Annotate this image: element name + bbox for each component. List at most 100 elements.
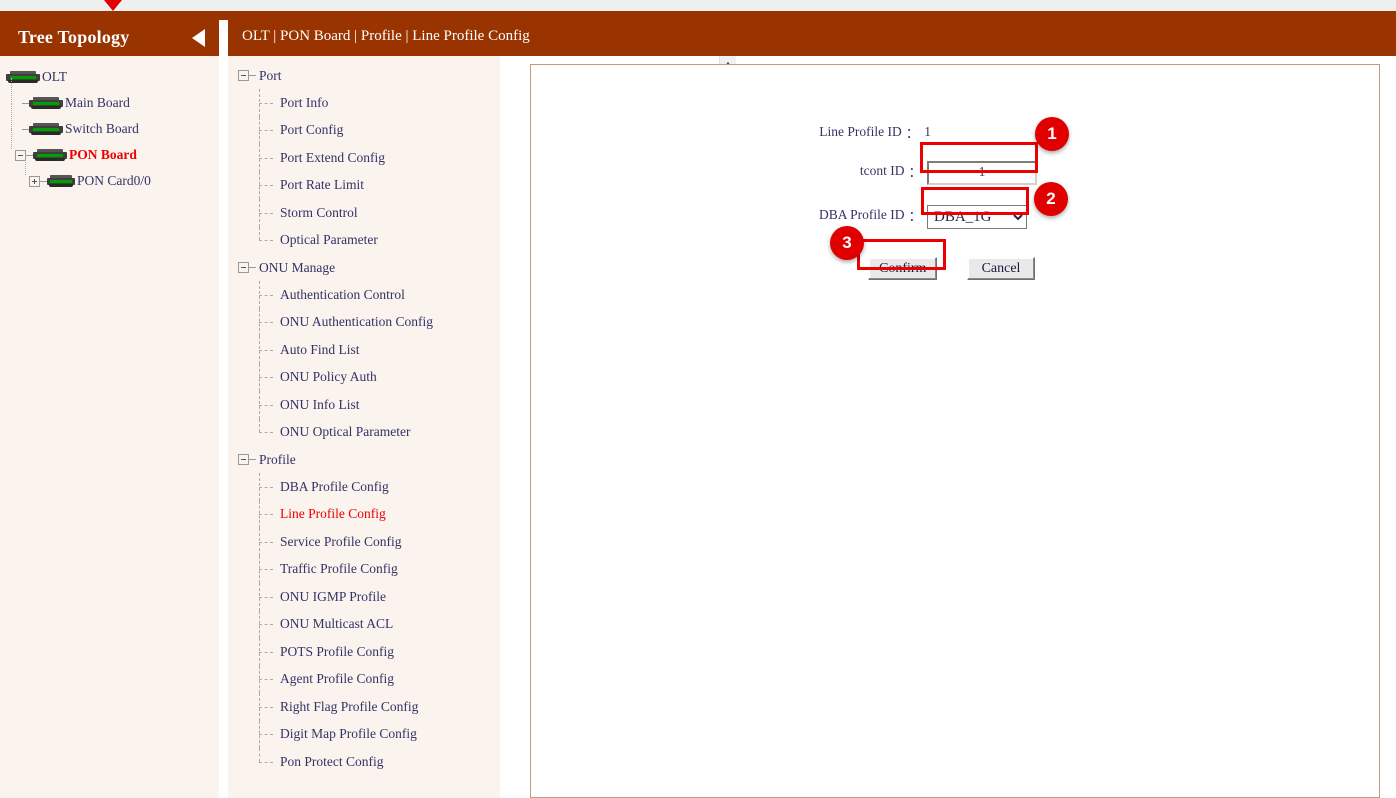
sidebar-header: Tree Topology — [0, 20, 219, 56]
label-colon: ： — [906, 122, 920, 142]
menu-item-onu-info-list[interactable]: ONU Info List — [228, 391, 500, 419]
menu-item-onu-igmp-profile[interactable]: ONU IGMP Profile — [228, 583, 500, 611]
tree-branch-line — [259, 679, 273, 680]
tree-node-pon-board[interactable]: PON Board — [0, 142, 219, 168]
tree-node-olt[interactable]: OLT — [0, 64, 219, 90]
tree-node-label: PON Card0/0 — [77, 173, 151, 189]
line-profile-config-form: Line Profile ID ： 1 tcont ID ： DBA Profi… — [531, 65, 1380, 265]
tree-branch-line — [259, 350, 273, 351]
cancel-button[interactable]: Cancel — [967, 257, 1035, 280]
tree-branch-line — [259, 652, 273, 653]
menu-item-optical-parameter[interactable]: Optical Parameter — [228, 227, 500, 255]
line-profile-id-value: 1 — [924, 124, 931, 140]
menu-item-label: ONU Multicast ACL — [280, 616, 393, 632]
tree-branch-line — [259, 213, 273, 214]
device-icon — [29, 123, 63, 136]
tree-branch-line — [259, 103, 273, 104]
menu-item-label: POTS Profile Config — [280, 644, 394, 660]
tree-connector — [249, 75, 256, 76]
menu-item-onu-optical-parameter[interactable]: ONU Optical Parameter — [228, 419, 500, 447]
minus-box-icon[interactable] — [238, 70, 249, 81]
olt-management-page: Tree Topology OLT Main Board — [0, 0, 1396, 798]
line-profile-id-label: Line Profile ID — [819, 124, 901, 140]
collapse-left-arrow-icon[interactable] — [192, 29, 205, 47]
label-colon: ： — [909, 205, 923, 225]
sidebar-title: Tree Topology — [18, 27, 129, 48]
tree-branch-line — [259, 487, 273, 488]
plus-box-icon[interactable] — [29, 176, 40, 187]
menu-item-onu-authentication-config[interactable]: ONU Authentication Config — [228, 309, 500, 337]
menu-item-onu-policy-auth[interactable]: ONU Policy Auth — [228, 364, 500, 392]
tree-branch-line — [259, 377, 273, 378]
menu-item-port-extend-config[interactable]: Port Extend Config — [228, 144, 500, 172]
menu-item-label: ONU Policy Auth — [280, 369, 377, 385]
tree-branch-line — [259, 130, 273, 131]
line-profile-id-row: Line Profile ID ： 1 — [531, 122, 931, 142]
menu-item-label: Line Profile Config — [280, 506, 386, 522]
device-icon — [33, 149, 67, 162]
menu-item-label: Pon Protect Config — [280, 754, 384, 770]
menu-item-storm-control[interactable]: Storm Control — [228, 199, 500, 227]
tcont-id-row: tcont ID ： — [531, 161, 927, 181]
tree-branch-line — [259, 405, 273, 406]
tree-vertical-line — [259, 419, 260, 433]
tree-node-label: Switch Board — [65, 121, 139, 137]
red-triangle-marker-icon — [104, 0, 122, 11]
menu-group-label: Port — [259, 68, 282, 84]
menu-item-dba-profile-config[interactable]: DBA Profile Config — [228, 473, 500, 501]
tree-node-main-board[interactable]: Main Board — [0, 90, 219, 116]
menu-item-auto-find-list[interactable]: Auto Find List — [228, 336, 500, 364]
tree-branch-line — [259, 158, 273, 159]
menu-item-digit-map-profile-config[interactable]: Digit Map Profile Config — [228, 721, 500, 749]
label-colon: ： — [909, 161, 923, 181]
menu-group-port[interactable]: Port — [228, 62, 500, 89]
menu-item-onu-multicast-acl[interactable]: ONU Multicast ACL — [228, 611, 500, 639]
tree-branch-line — [259, 542, 273, 543]
menu-group-label: ONU Manage — [259, 260, 335, 276]
menu-item-service-profile-config[interactable]: Service Profile Config — [228, 528, 500, 556]
menu-item-label: Digit Map Profile Config — [280, 726, 417, 742]
menu-item-label: ONU Authentication Config — [280, 314, 433, 330]
menu-item-label: ONU Info List — [280, 397, 360, 413]
menu-item-port-rate-limit[interactable]: Port Rate Limit — [228, 172, 500, 200]
tree-branch-line — [259, 624, 273, 625]
menu-item-port-config[interactable]: Port Config — [228, 117, 500, 145]
dba-profile-id-select[interactable]: DBA_1G — [927, 205, 1027, 229]
menu-item-agent-profile-config[interactable]: Agent Profile Config — [228, 666, 500, 694]
menu-group-label: Profile — [259, 452, 296, 468]
minus-box-icon[interactable] — [238, 454, 249, 465]
menu-item-pots-profile-config[interactable]: POTS Profile Config — [228, 638, 500, 666]
tree-branch-line — [259, 514, 273, 515]
tree-branch-line — [259, 432, 273, 433]
menu-item-port-info[interactable]: Port Info — [228, 89, 500, 117]
menu-item-label: Agent Profile Config — [280, 671, 394, 687]
menu-item-label: Storm Control — [280, 205, 358, 221]
menu-item-right-flag-profile-config[interactable]: Right Flag Profile Config — [228, 693, 500, 721]
menu-item-line-profile-config[interactable]: Line Profile Config — [228, 501, 500, 529]
tree-branch-line — [259, 185, 273, 186]
main-area: OLT | PON Board | Profile | Line Profile… — [219, 20, 1396, 798]
tcont-id-input[interactable] — [927, 161, 1037, 185]
tree-vertical-line — [259, 227, 260, 241]
tree-branch-line — [259, 707, 273, 708]
tree-node-pon-card[interactable]: PON Card0/0 — [0, 168, 219, 194]
topology-tree: OLT Main Board Switch Board — [0, 56, 219, 798]
tree-vertical-line — [259, 748, 260, 762]
tree-topology-sidebar: Tree Topology OLT Main Board — [0, 20, 219, 798]
menu-item-label: Port Extend Config — [280, 150, 385, 166]
confirm-button[interactable]: Confirm — [868, 257, 937, 280]
minus-box-icon[interactable] — [238, 262, 249, 273]
menu-group-profile[interactable]: Profile — [228, 446, 500, 473]
menu-item-label: ONU IGMP Profile — [280, 589, 386, 605]
device-icon — [47, 175, 75, 188]
tree-node-switch-board[interactable]: Switch Board — [0, 116, 219, 142]
menu-item-authentication-control[interactable]: Authentication Control — [228, 281, 500, 309]
menu-item-label: Service Profile Config — [280, 534, 401, 550]
menu-item-label: Port Rate Limit — [280, 177, 364, 193]
menu-item-label: Right Flag Profile Config — [280, 699, 418, 715]
menu-item-pon-protect-config[interactable]: Pon Protect Config — [228, 748, 500, 776]
menu-group-onu-manage[interactable]: ONU Manage — [228, 254, 500, 281]
navigation-menu: Port Port Info Port Config Port Extend Conf… — [228, 56, 500, 798]
menu-item-label: Port Config — [280, 122, 343, 138]
menu-item-traffic-profile-config[interactable]: Traffic Profile Config — [228, 556, 500, 584]
